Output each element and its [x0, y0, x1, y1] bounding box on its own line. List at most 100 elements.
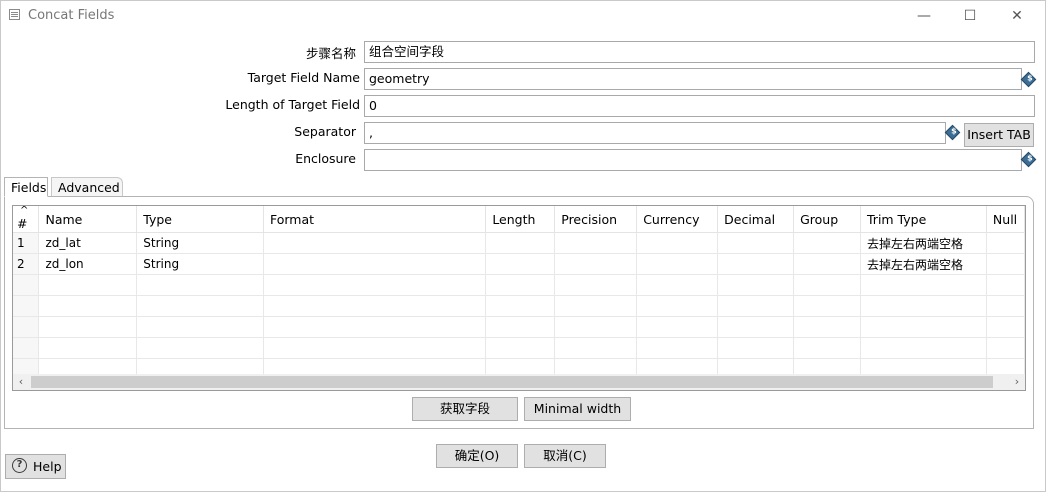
column-header-trim-type[interactable]: Trim Type: [860, 206, 987, 233]
table-cell[interactable]: [13, 274, 40, 296]
table-cell[interactable]: [263, 295, 487, 317]
scroll-right-icon[interactable]: ›: [1009, 374, 1025, 390]
target-field-name-input[interactable]: geometry: [364, 68, 1022, 90]
table-row[interactable]: 1 zd_lat String 去掉左右两端空格: [13, 232, 1025, 254]
table-cell[interactable]: [554, 232, 638, 254]
table-cell[interactable]: [793, 337, 861, 359]
variable-dollar-icon[interactable]: $: [1020, 151, 1037, 168]
table-cell[interactable]: [38, 274, 138, 296]
scrollbar-thumb[interactable]: [31, 376, 993, 388]
table-cell[interactable]: [717, 253, 795, 275]
length-of-target-field-input[interactable]: 0: [364, 95, 1035, 117]
step-name-input[interactable]: 组合空间字段: [364, 41, 1035, 63]
table-row[interactable]: [13, 337, 1025, 359]
ok-button[interactable]: 确定(O): [436, 444, 518, 468]
table-cell[interactable]: [136, 316, 264, 338]
table-cell[interactable]: [636, 316, 719, 338]
table-cell[interactable]: String: [136, 253, 264, 275]
table-cell[interactable]: [485, 316, 556, 338]
table-cell[interactable]: [263, 253, 487, 275]
table-cell[interactable]: [263, 274, 487, 296]
insert-tab-button[interactable]: Insert TAB: [964, 123, 1034, 147]
table-row[interactable]: [13, 316, 1025, 338]
table-cell[interactable]: [13, 316, 40, 338]
column-header-group[interactable]: Group: [793, 206, 861, 233]
table-cell[interactable]: [13, 337, 40, 359]
help-button[interactable]: ? Help: [5, 454, 66, 479]
table-cell[interactable]: [263, 337, 487, 359]
tab-fields[interactable]: Fields: [4, 177, 48, 197]
minimal-width-button[interactable]: Minimal width: [524, 397, 631, 421]
variable-dollar-icon[interactable]: $: [1020, 71, 1037, 88]
table-cell[interactable]: [793, 232, 861, 254]
table-cell[interactable]: [38, 337, 138, 359]
table-cell[interactable]: [636, 232, 719, 254]
table-cell[interactable]: [38, 316, 138, 338]
column-header-decimal[interactable]: Decimal: [717, 206, 795, 233]
table-cell[interactable]: [554, 274, 638, 296]
column-header-currency[interactable]: Currency: [636, 206, 719, 233]
table-cell[interactable]: [485, 232, 556, 254]
table-cell[interactable]: 1: [13, 232, 40, 254]
enclosure-input[interactable]: [364, 149, 1022, 171]
table-cell[interactable]: [986, 316, 1025, 338]
column-header-name[interactable]: Name: [38, 206, 138, 233]
table-cell[interactable]: zd_lat: [38, 232, 138, 254]
table-cell[interactable]: [986, 253, 1025, 275]
table-cell[interactable]: [136, 295, 264, 317]
table-cell[interactable]: String: [136, 232, 264, 254]
table-cell[interactable]: [793, 253, 861, 275]
table-cell[interactable]: zd_lon: [38, 253, 138, 275]
table-cell[interactable]: [485, 337, 556, 359]
table-cell[interactable]: [986, 232, 1025, 254]
table-cell[interactable]: [860, 316, 987, 338]
horizontal-scrollbar[interactable]: ‹ ›: [13, 374, 1025, 390]
table-cell[interactable]: [485, 274, 556, 296]
table-cell[interactable]: [13, 295, 40, 317]
table-cell[interactable]: [136, 337, 264, 359]
maximize-button[interactable]: ☐: [955, 5, 985, 27]
column-header-type[interactable]: Type: [136, 206, 264, 233]
table-cell[interactable]: [717, 295, 795, 317]
column-header-length[interactable]: Length: [485, 206, 556, 233]
column-header-format[interactable]: Format: [263, 206, 487, 233]
table-cell[interactable]: [636, 295, 719, 317]
table-row[interactable]: 2 zd_lon String 去掉左右两端空格: [13, 253, 1025, 275]
table-cell[interactable]: [554, 316, 638, 338]
table-cell[interactable]: 去掉左右两端空格: [860, 232, 987, 254]
table-cell[interactable]: [860, 295, 987, 317]
table-cell[interactable]: [986, 295, 1025, 317]
table-row[interactable]: [13, 274, 1025, 296]
scroll-left-icon[interactable]: ‹: [13, 374, 29, 390]
table-cell[interactable]: [860, 274, 987, 296]
table-cell[interactable]: [793, 274, 861, 296]
table-cell[interactable]: 去掉左右两端空格: [860, 253, 987, 275]
table-cell[interactable]: [636, 274, 719, 296]
table-cell[interactable]: [860, 337, 987, 359]
table-cell[interactable]: [554, 295, 638, 317]
column-header-number[interactable]: ^ #: [13, 206, 40, 233]
get-fields-button[interactable]: 获取字段: [412, 397, 518, 421]
tab-advanced[interactable]: Advanced: [51, 177, 123, 197]
table-cell[interactable]: [793, 295, 861, 317]
table-cell[interactable]: [717, 232, 795, 254]
table-cell[interactable]: [38, 295, 138, 317]
table-cell[interactable]: [636, 253, 719, 275]
minimize-button[interactable]: —: [909, 5, 939, 27]
table-cell[interactable]: [986, 337, 1025, 359]
table-cell[interactable]: [263, 316, 487, 338]
table-cell[interactable]: [717, 274, 795, 296]
table-row[interactable]: [13, 295, 1025, 317]
separator-input[interactable]: ,: [364, 122, 946, 144]
variable-dollar-icon[interactable]: $: [944, 124, 961, 141]
table-cell[interactable]: [554, 337, 638, 359]
table-cell[interactable]: [554, 253, 638, 275]
table-cell[interactable]: [636, 337, 719, 359]
table-cell[interactable]: [263, 232, 487, 254]
cancel-button[interactable]: 取消(C): [524, 444, 606, 468]
table-cell[interactable]: [485, 295, 556, 317]
close-button[interactable]: ✕: [1002, 5, 1032, 27]
column-header-null[interactable]: Null: [986, 206, 1025, 233]
table-cell[interactable]: [717, 316, 795, 338]
table-cell[interactable]: [986, 274, 1025, 296]
